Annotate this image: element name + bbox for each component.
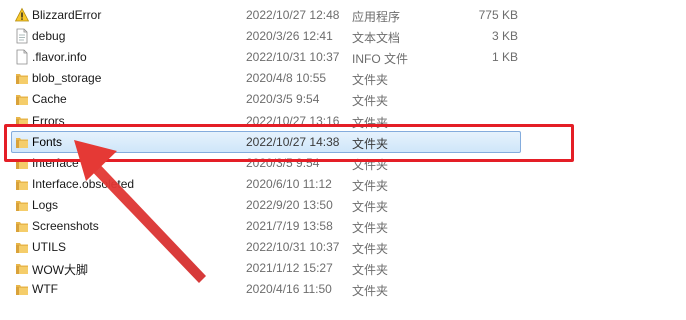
file-type: INFO 文件 <box>352 52 408 66</box>
file-name: Logs <box>32 198 59 212</box>
file-date: 2020/4/8 10:55 <box>246 71 327 85</box>
file-name: WTF <box>32 282 58 296</box>
file-name: WOW大脚 <box>32 263 88 277</box>
file-name: Interface.obsoleted <box>32 177 135 191</box>
file-name: Screenshots <box>32 219 99 233</box>
file-row[interactable]: Logs 2022/9/20 13:50 文件夹 <box>0 195 686 216</box>
file-row[interactable]: Cache 2020/3/5 9:54 文件夹 <box>0 89 686 110</box>
folder-icon <box>16 180 28 190</box>
file-type: 文件夹 <box>352 284 389 298</box>
file-date: 2020/6/10 11:12 <box>246 177 332 191</box>
file-size: 1 KB <box>491 50 518 64</box>
folder-icon <box>16 222 28 232</box>
file-date: 2021/7/19 13:58 <box>246 219 333 233</box>
file-icon <box>16 49 28 65</box>
folder-icon <box>16 95 28 105</box>
file-size: 775 KB <box>478 8 518 22</box>
file-date: 2022/10/27 12:48 <box>246 8 340 22</box>
warning-icon <box>15 7 29 22</box>
file-type: 文件夹 <box>352 94 389 108</box>
file-date: 2020/3/26 12:41 <box>246 29 333 43</box>
file-date: 2022/9/20 13:50 <box>246 198 333 212</box>
file-name: UTILS <box>32 240 67 254</box>
file-type: 文件夹 <box>352 242 389 256</box>
folder-icon <box>16 264 28 274</box>
folder-icon <box>16 74 28 84</box>
folder-icon <box>16 285 28 295</box>
file-type: 文件夹 <box>352 263 389 277</box>
file-date: 2022/10/31 10:37 <box>246 50 340 64</box>
file-name: debug <box>32 29 66 43</box>
file-row[interactable]: debug 2020/3/26 12:41 文本文档 3 KB <box>0 26 686 47</box>
file-row[interactable]: .flavor.info 2022/10/31 10:37 INFO 文件 1 KB <box>0 47 686 68</box>
file-date: 2020/3/5 9:54 <box>246 92 320 106</box>
file-date: 2022/10/31 10:37 <box>246 240 340 254</box>
text-file-icon <box>16 28 28 44</box>
file-name: blob_storage <box>32 71 102 85</box>
file-name: BlizzardError <box>32 8 102 22</box>
file-type: 文件夹 <box>352 221 389 235</box>
file-type: 文件夹 <box>352 179 389 193</box>
file-type: 文件夹 <box>352 200 389 214</box>
file-row[interactable]: UTILS 2022/10/31 10:37 文件夹 <box>0 237 686 258</box>
highlight-box <box>4 124 574 162</box>
file-row[interactable]: blob_storage 2020/4/8 10:55 文件夹 <box>0 68 686 89</box>
file-row[interactable]: WOW大脚 2021/1/12 15:27 文件夹 <box>0 258 686 279</box>
file-type: 文本文档 <box>352 31 401 45</box>
file-row[interactable]: Interface.obsoleted 2020/6/10 11:12 文件夹 <box>0 174 686 195</box>
file-size: 3 KB <box>491 29 518 43</box>
file-name: .flavor.info <box>32 50 87 64</box>
file-type: 应用程序 <box>352 10 401 24</box>
folder-icon <box>16 243 28 253</box>
file-row[interactable]: BlizzardError 2022/10/27 12:48 应用程序 775 KB <box>0 5 686 26</box>
file-date: 2021/1/12 15:27 <box>246 261 333 275</box>
folder-icon <box>16 201 28 211</box>
file-row[interactable]: Screenshots 2021/7/19 13:58 文件夹 <box>0 216 686 237</box>
file-name: Cache <box>32 92 67 106</box>
file-row[interactable]: WTF 2020/4/16 11:50 文件夹 <box>0 279 686 300</box>
file-date: 2020/4/16 11:50 <box>246 282 332 296</box>
file-type: 文件夹 <box>352 73 389 87</box>
